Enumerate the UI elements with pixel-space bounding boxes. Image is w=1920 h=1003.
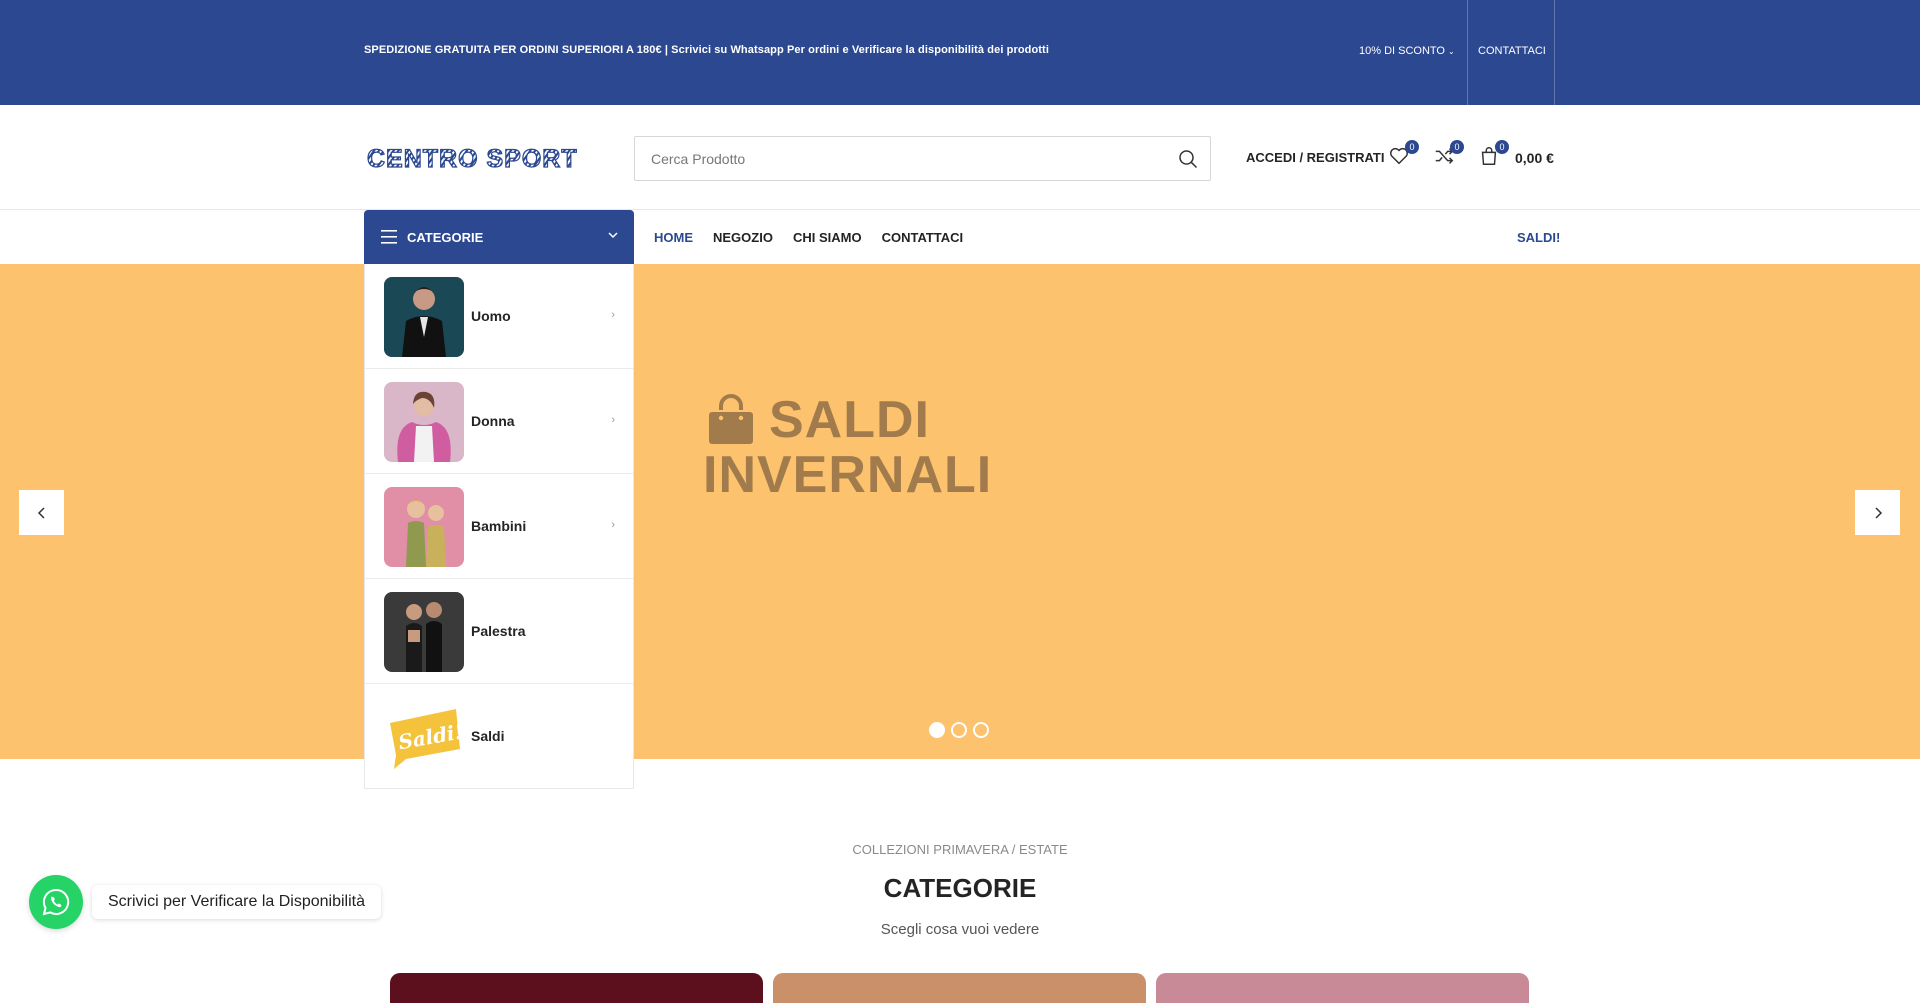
menu-icon — [381, 230, 397, 244]
header: CENTRO SPORT ACCEDI / REGISTRATI 0 0 0 0… — [0, 105, 1920, 210]
category-card-1[interactable] — [390, 973, 763, 1003]
category-thumbnail-bambini — [384, 487, 464, 567]
nav-link-about[interactable]: CHI SIAMO — [793, 230, 862, 245]
category-thumbnail-donna — [384, 382, 464, 462]
section-description: Scegli cosa vuoi vedere — [880, 921, 1040, 938]
search-icon[interactable] — [1178, 149, 1198, 169]
category-label: Uomo — [471, 308, 511, 324]
category-item-saldi[interactable]: Saldi! Saldi — [365, 684, 633, 789]
wishlist-button[interactable]: 0 — [1388, 140, 1419, 169]
topbar-contact-link[interactable]: CONTATTACI — [1478, 45, 1546, 57]
divider — [1554, 0, 1555, 105]
nav-links: HOME NEGOZIO CHI SIAMO CONTATTACI — [654, 230, 963, 245]
slider-dot-1[interactable] — [929, 722, 945, 738]
slider-pagination — [929, 722, 989, 738]
nav-link-contact[interactable]: CONTATTACI — [882, 230, 964, 245]
wishlist-count-badge: 0 — [1405, 140, 1419, 154]
category-item-palestra[interactable]: Palestra — [365, 579, 633, 684]
chevron-right-icon: › — [611, 414, 615, 426]
site-logo[interactable]: CENTRO SPORT — [367, 145, 610, 171]
compare-count-badge: 0 — [1450, 140, 1464, 154]
search-input[interactable] — [635, 137, 1155, 180]
hero-line-1: SALDI — [769, 390, 930, 449]
nav-link-home[interactable]: HOME — [654, 230, 693, 245]
category-label: Palestra — [471, 623, 526, 639]
categories-menu: Uomo › Donna › Bambini › Palestra Saldi!… — [364, 264, 634, 789]
whatsapp-label[interactable]: Scrivici per Verificare la Disponibilità — [92, 885, 381, 919]
chevron-left-icon — [37, 506, 45, 519]
nav-link-sale[interactable]: SALDI! — [1517, 230, 1560, 245]
category-label: Donna — [471, 413, 515, 429]
category-label: Bambini — [471, 518, 527, 534]
search-box — [634, 136, 1211, 181]
cart-total[interactable]: 0,00 € — [1515, 150, 1554, 166]
svg-text:CENTRO SPORT: CENTRO SPORT — [367, 145, 578, 171]
category-card-2[interactable] — [773, 973, 1146, 1003]
category-item-uomo[interactable]: Uomo › — [365, 264, 633, 369]
slider-dot-3[interactable] — [973, 722, 989, 738]
chevron-down-icon — [608, 232, 618, 239]
main-nav: CATEGORIE HOME NEGOZIO CHI SIAMO CONTATT… — [0, 210, 1920, 264]
category-card-3[interactable] — [1156, 973, 1529, 1003]
shipping-message: SPEDIZIONE GRATUITA PER ORDINI SUPERIORI… — [364, 44, 1049, 56]
discount-dropdown[interactable]: 10% DI SCONTO ⌄ — [1359, 45, 1455, 57]
whatsapp-icon — [42, 888, 70, 916]
compare-button[interactable]: 0 — [1433, 140, 1464, 169]
category-thumbnail-palestra — [384, 592, 464, 672]
category-label: Saldi — [471, 728, 505, 744]
section-subtitle: COLLEZIONI PRIMAVERA / ESTATE — [852, 842, 1068, 857]
chevron-right-icon — [1874, 506, 1882, 519]
slider-prev-button[interactable] — [19, 490, 64, 535]
top-bar: SPEDIZIONE GRATUITA PER ORDINI SUPERIORI… — [0, 0, 1920, 105]
chevron-down-icon: ⌄ — [1448, 47, 1455, 56]
cart-count-badge: 0 — [1495, 140, 1509, 154]
slider-next-button[interactable] — [1855, 490, 1900, 535]
category-thumbnail-saldi: Saldi! — [384, 697, 464, 777]
hero-slider: SALDI INVERNALI — [0, 264, 1920, 759]
categories-toggle-button[interactable]: CATEGORIE — [364, 210, 634, 264]
hero-heading: SALDI INVERNALI — [703, 392, 992, 503]
shopping-bag-icon — [709, 394, 753, 444]
category-item-bambini[interactable]: Bambini › — [365, 474, 633, 579]
slider-dot-2[interactable] — [951, 722, 967, 738]
categories-label: CATEGORIE — [407, 230, 484, 245]
nav-link-shop[interactable]: NEGOZIO — [713, 230, 773, 245]
category-item-donna[interactable]: Donna › — [365, 369, 633, 474]
login-register-link[interactable]: ACCEDI / REGISTRATI — [1246, 150, 1384, 165]
cart-button[interactable]: 0 — [1478, 140, 1509, 169]
discount-label: 10% DI SCONTO — [1359, 45, 1445, 57]
divider — [1467, 0, 1468, 105]
hero-line-2: INVERNALI — [703, 446, 993, 504]
whatsapp-button[interactable] — [29, 875, 83, 929]
chevron-right-icon: › — [611, 519, 615, 531]
category-thumbnail-uomo — [384, 277, 464, 357]
chevron-right-icon: › — [611, 309, 615, 321]
